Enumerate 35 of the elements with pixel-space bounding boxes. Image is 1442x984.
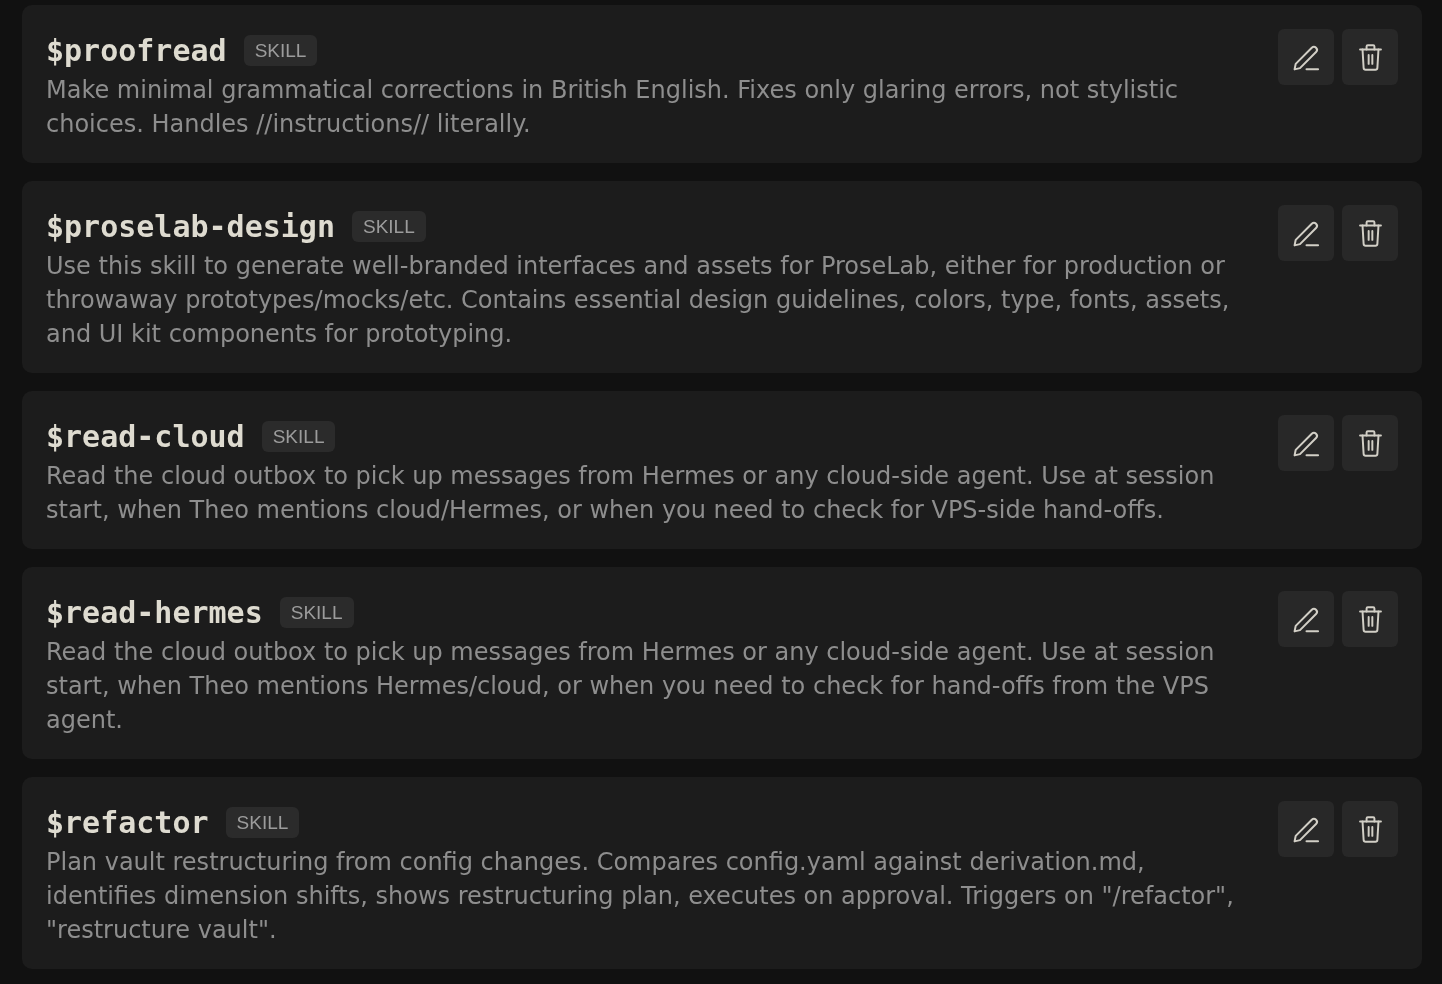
trash-icon xyxy=(1356,219,1384,247)
delete-button[interactable] xyxy=(1342,205,1398,261)
pencil-icon xyxy=(1292,219,1320,247)
skill-tag: SKILL xyxy=(225,806,300,838)
delete-button[interactable] xyxy=(1342,801,1398,857)
pencil-icon xyxy=(1292,815,1320,843)
trash-icon xyxy=(1356,43,1384,71)
skill-name: $refactor xyxy=(46,804,209,840)
skill-name: $proofread xyxy=(46,32,227,68)
skill-name: $read-cloud xyxy=(46,418,245,454)
skill-tag: SKILL xyxy=(279,596,354,628)
skill-name: $proselab-design xyxy=(46,208,335,244)
skill-tag: SKILL xyxy=(352,210,426,242)
pencil-icon xyxy=(1292,429,1320,457)
skill-tag: SKILL xyxy=(243,34,318,66)
edit-button[interactable] xyxy=(1278,205,1334,261)
edit-button[interactable] xyxy=(1278,415,1334,471)
pencil-icon xyxy=(1292,43,1320,71)
skill-description: Read the cloud outbox to pick up messages from Hermes or any cloud-side agent. Use at session start, when Theo mentions Hermes/cloud, or when you need to check for hand-offs from the VPS agent. xyxy=(46,637,1216,736)
delete-button[interactable] xyxy=(1342,415,1398,471)
delete-button[interactable] xyxy=(1342,591,1398,647)
trash-icon xyxy=(1356,815,1384,843)
skill-description: Plan vault restructuring from config changes. Compares config.yaml against derivation.md, identifies dimension shifts, shows restructuring plan, executes on approval. Triggers on "/refactor", "restructure vault". xyxy=(46,847,1235,946)
edit-button[interactable] xyxy=(1278,801,1334,857)
skill-tag: SKILL xyxy=(261,420,336,452)
skill-description: Make minimal grammatical corrections in British English. Fixes only glaring errors, not stylistic choices. Handles //instructions// literally. xyxy=(46,75,1180,140)
trash-icon xyxy=(1356,429,1384,457)
skill-name: $read-hermes xyxy=(46,594,263,630)
edit-button[interactable] xyxy=(1278,29,1334,85)
pencil-icon xyxy=(1292,605,1320,633)
trash-icon xyxy=(1356,605,1384,633)
skill-description: Read the cloud outbox to pick up messages from Hermes or any cloud-side agent. Use at session start, when Theo mentions cloud/Hermes, or when you need to check for VPS-side hand-offs. xyxy=(46,461,1216,526)
skill-description: Use this skill to generate well-branded interfaces and assets for ProseLab, either for production or throwaway prototypes/mocks/etc. Contains essential design guidelines, colors, type, fonts, assets, and UI kit components for prototyping. xyxy=(46,251,1231,350)
delete-button[interactable] xyxy=(1342,29,1398,85)
edit-button[interactable] xyxy=(1278,591,1334,647)
